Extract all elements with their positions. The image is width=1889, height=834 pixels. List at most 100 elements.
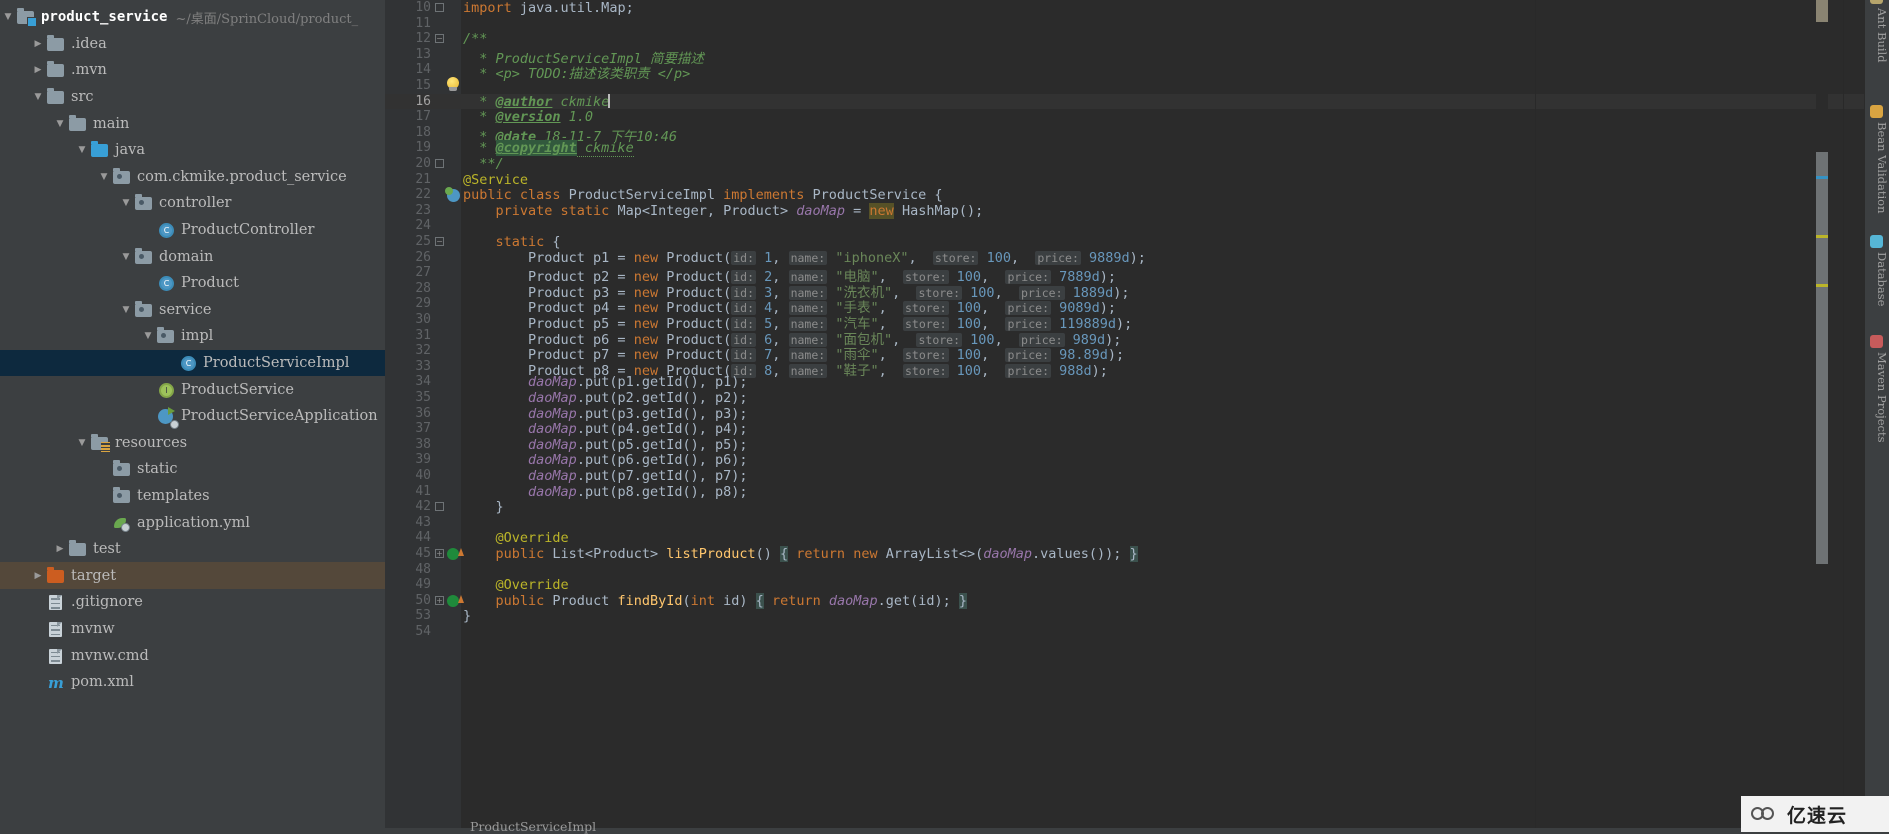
tree-row-templates[interactable]: templates (0, 483, 385, 510)
tree-row-domain[interactable]: ▼ domain (0, 243, 385, 270)
code-line-43[interactable]: 43 (385, 515, 1864, 531)
code-line-30[interactable]: 30 Product p5 = new Product(id: 5, name:… (385, 312, 1864, 332)
marker-info-blue[interactable] (1816, 176, 1828, 179)
code-line-19[interactable]: 19 * @copyright ckmike (385, 140, 1864, 158)
code-line-27[interactable]: 27 Product p2 = new Product(id: 2, name:… (385, 265, 1864, 285)
tree-row-productcontroller[interactable]: C ProductController (0, 217, 385, 244)
chevron-down-icon[interactable]: ▼ (74, 438, 90, 448)
spring-bean-gutter-icon[interactable] (445, 187, 460, 203)
code-fold-expand-icon[interactable] (435, 502, 444, 512)
chevron-right-icon[interactable]: ▶ (30, 65, 46, 75)
code-line-31[interactable]: 31 Product p6 = new Product(id: 6, name:… (385, 328, 1864, 348)
tree-row-resources[interactable]: ▼ resources (0, 430, 385, 457)
chevron-down-icon[interactable]: ▼ (96, 172, 112, 182)
code-line-23[interactable]: 23 private static Map<Integer, Product> … (385, 202, 1864, 219)
code-line-12[interactable]: 12 /** − (385, 31, 1864, 47)
marker-warning-yellow-1[interactable] (1816, 235, 1828, 238)
code-line-34[interactable]: 34 daoMap.put(p1.getId(), p1); (385, 374, 1864, 390)
code-line-25[interactable]: 25 static {− (385, 234, 1864, 250)
implementing-method-gutter-icon[interactable] (447, 594, 464, 607)
code-fold-expand-icon[interactable]: + (435, 595, 444, 605)
chevron-down-icon[interactable]: ▼ (30, 92, 46, 102)
chevron-right-icon[interactable]: ▶ (30, 39, 46, 49)
code-fold-collapse-icon[interactable]: − (435, 34, 444, 44)
tree-row-application-yml[interactable]: application.yml (0, 509, 385, 536)
chevron-down-icon[interactable]: ▼ (52, 119, 68, 129)
marker-warning-yellow-2[interactable] (1816, 284, 1828, 287)
code-line-38[interactable]: 38 daoMap.put(p5.getId(), p5); (385, 437, 1864, 453)
tree-row-main[interactable]: ▼ main (0, 110, 385, 137)
code-line-44[interactable]: 44 @Override (385, 530, 1864, 546)
tree-row-pom-xml[interactable]: m pom.xml (0, 669, 385, 696)
code-line-28[interactable]: 28 Product p3 = new Product(id: 3, name:… (385, 281, 1864, 301)
code-line-36[interactable]: 36 daoMap.put(p3.getId(), p3); (385, 406, 1864, 422)
code-line-16[interactable]: 16 * @author ckmike (385, 93, 1864, 110)
chevron-down-icon[interactable]: ▼ (140, 331, 156, 341)
chevron-down-icon[interactable]: ▼ (118, 305, 134, 315)
rail-button-bean-validation[interactable]: Bean Validation (1865, 120, 1889, 213)
code-line-10[interactable]: 10 import java.util.Map; (385, 0, 1864, 16)
code-line-17[interactable]: 17 * @version 1.0 (385, 109, 1864, 125)
intention-bulb-icon[interactable] (445, 77, 462, 94)
tree-row--idea[interactable]: ▶ .idea (0, 31, 385, 58)
code-line-48[interactable]: 48 (385, 562, 1864, 578)
tree-row-product[interactable]: C Product (0, 270, 385, 297)
code-line-33[interactable]: 33 Product p8 = new Product(id: 8, name:… (385, 359, 1864, 379)
code-line-13[interactable]: 13 * ProductServiceImpl 简要描述 (385, 47, 1864, 67)
code-fold-expand-icon[interactable]: + (435, 549, 444, 558)
code-editor[interactable]: 10 import java.util.Map; 11 12 /** − 13 * Pro… (385, 0, 1864, 832)
code-line-42[interactable]: 42 } (385, 499, 1864, 515)
tree-row-mvnw[interactable]: mvnw (0, 616, 385, 643)
tree-row-target[interactable]: ▶ target (0, 562, 385, 590)
code-line-37[interactable]: 37 daoMap.put(p4.getId(), p4); (385, 421, 1864, 437)
tree-row-test[interactable]: ▶ test (0, 536, 385, 563)
code-line-39[interactable]: 39 daoMap.put(p6.getId(), p6); (385, 452, 1864, 468)
chevron-right-icon[interactable]: ▶ (52, 544, 68, 554)
rail-button-database[interactable]: Database (1865, 250, 1889, 306)
tree-row-mvnw-cmd[interactable]: mvnw.cmd (0, 642, 385, 669)
tree-row-impl[interactable]: ▼ impl (0, 323, 385, 350)
right-tool-window-bar[interactable]: Ant Build Bean Validation Database Maven Pr… (1864, 0, 1889, 832)
tree-row-productserviceimpl[interactable]: C ProductServiceImpl (0, 349, 385, 377)
implementing-method-gutter-icon[interactable] (447, 548, 464, 560)
chevron-down-icon[interactable]: ▼ (74, 145, 90, 155)
code-line-14[interactable]: 14 * <p> TODO:描述该类职责 </p> (385, 62, 1864, 82)
tree-row-productserviceapplication[interactable]: ProductServiceApplication (0, 403, 385, 430)
code-line-18[interactable]: 18 * @date 18-11-7 下午10:46 (385, 125, 1864, 145)
chevron-down-icon[interactable]: ▼ (0, 12, 16, 22)
code-line-20[interactable]: 20 **/ (385, 156, 1864, 172)
tree-row-productservice[interactable]: I ProductService (0, 376, 385, 403)
code-line-21[interactable]: 21 @Service (385, 172, 1864, 188)
code-line-24[interactable]: 24 (385, 218, 1864, 234)
tree-row-service[interactable]: ▼ service (0, 297, 385, 324)
code-fold-expand-icon[interactable] (435, 159, 444, 168)
tree-row-com-ckmike-product-service[interactable]: ▼ com.ckmike.product_service (0, 164, 385, 191)
code-line-22[interactable]: 22 public class ProductServiceImpl implem… (385, 187, 1864, 203)
code-line-29[interactable]: 29 Product p4 = new Product(id: 4, name:… (385, 296, 1864, 316)
editor-scrollbar-thumb[interactable] (1816, 152, 1828, 564)
code-fold-expand-icon[interactable] (435, 3, 444, 12)
code-line-32[interactable]: 32 Product p7 = new Product(id: 7, name:… (385, 343, 1864, 363)
chevron-down-icon[interactable]: ▼ (118, 198, 134, 208)
code-line-35[interactable]: 35 daoMap.put(p2.getId(), p2); (385, 390, 1864, 406)
code-line-11[interactable]: 11 (385, 16, 1864, 32)
code-line-26[interactable]: 26 Product p1 = new Product(id: 1, name:… (385, 250, 1864, 266)
code-line-54[interactable]: 54 (385, 624, 1864, 640)
tree-row-src[interactable]: ▼ src (0, 84, 385, 111)
tree-row-controller[interactable]: ▼ controller (0, 190, 385, 217)
code-line-49[interactable]: 49 @Override (385, 577, 1864, 593)
code-line-40[interactable]: 40 daoMap.put(p7.getId(), p7); (385, 468, 1864, 484)
tree-row-static[interactable]: static (0, 456, 385, 483)
code-line-53[interactable]: 53} (385, 608, 1864, 624)
code-line-41[interactable]: 41 daoMap.put(p8.getId(), p8); (385, 484, 1864, 500)
chevron-down-icon[interactable]: ▼ (118, 252, 134, 262)
code-line-50[interactable]: 50 public Product findById(int id) { ret… (385, 592, 1864, 609)
code-text-area[interactable]: 10 import java.util.Map; 11 12 /** − 13 * Pro… (385, 0, 1864, 832)
project-tool-window[interactable]: ▼ product_service ~/桌面/SprinCloud/product_… (0, 0, 385, 832)
tree-row--gitignore[interactable]: .gitignore (0, 589, 385, 616)
tree-row-root[interactable]: ▼ product_service ~/桌面/SprinCloud/product_ (0, 4, 385, 31)
code-line-15[interactable]: 15 (385, 77, 1864, 94)
tree-row-java[interactable]: ▼ java (0, 137, 385, 164)
project-tree[interactable]: ▼ product_service ~/桌面/SprinCloud/product_… (0, 0, 385, 695)
code-line-45[interactable]: 45 public List<Product> listProduct() { … (385, 546, 1864, 562)
